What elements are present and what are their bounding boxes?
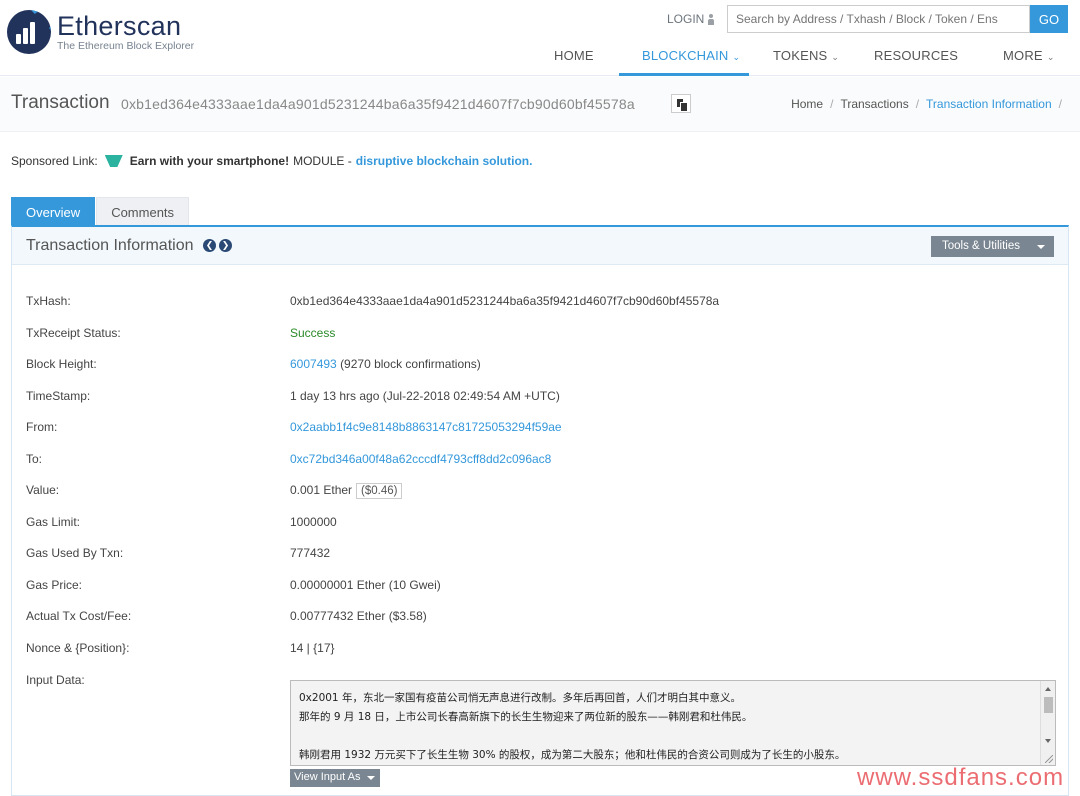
input-data-textarea[interactable]: 0x2001 年，东北一家国有疫苗公司悄无声息进行改制。多年后再回首，人们才明白… xyxy=(290,680,1056,766)
gas-price-label: Gas Price: xyxy=(26,578,83,592)
next-tx-icon[interactable]: ❯ xyxy=(219,239,232,252)
block-height-label: Block Height: xyxy=(26,357,97,371)
value-amount: 0.001 Ether xyxy=(290,483,353,497)
nav-blockchain-label: BLOCKCHAIN xyxy=(642,48,729,63)
go-button[interactable]: GO xyxy=(1030,5,1068,33)
breadcrumb-separator: / xyxy=(1058,97,1062,111)
to-address-link[interactable]: 0xc72bd346a00f48a62cccdf4793cff8dd2c096a… xyxy=(290,452,551,466)
tools-utilities-label: Tools & Utilities xyxy=(942,240,1020,252)
nav-home[interactable]: HOME xyxy=(554,40,594,76)
tools-utilities-button[interactable]: Tools & Utilities xyxy=(931,236,1054,257)
value-usd-badge: ($0.46) xyxy=(356,483,403,499)
nav-resources[interactable]: RESOURCES xyxy=(874,40,958,76)
breadcrumb-separator: / xyxy=(915,97,920,111)
nonce-value: 14 | {17} xyxy=(290,641,335,655)
page-title-bar: Transaction 0xb1ed364e4333aae1da4a901d52… xyxy=(0,77,1080,132)
view-input-as-label: View Input As xyxy=(294,771,361,783)
input-data-line: 0x2001 年，东北一家国有疫苗公司悄无声息进行改制。多年后再回首，人们才明白… xyxy=(299,692,741,704)
chevron-down-icon: ⌄ xyxy=(1046,52,1055,62)
gas-used-label: Gas Used By Txn: xyxy=(26,546,124,560)
input-data-scrollbar[interactable] xyxy=(1040,681,1055,765)
txhash-label: TxHash: xyxy=(26,294,71,308)
sponsor-link[interactable]: disruptive blockchain solution. xyxy=(356,154,533,168)
gas-price-value: 0.00000001 Ether (10 Gwei) xyxy=(290,578,441,592)
scroll-down-icon[interactable] xyxy=(1045,739,1051,743)
page-tx-hash: 0xb1ed364e4333aae1da4a901d5231244ba6a35f… xyxy=(121,96,635,112)
nav-tokens[interactable]: TOKENS ⌄ xyxy=(773,40,839,76)
sponsored-link: Sponsored Link: Earn with your smartphon… xyxy=(11,153,532,169)
timestamp-value: 1 day 13 hrs ago (Jul-22-2018 02:49:54 A… xyxy=(290,389,560,403)
previous-tx-icon[interactable]: ❮ xyxy=(203,239,216,252)
nav-blockchain[interactable]: BLOCKCHAIN ⌄ xyxy=(642,40,740,76)
input-data-line xyxy=(299,727,1047,746)
input-data-line: 那年的 9 月 18 日，上市公司长春高新旗下的长生生物迎来了两位新的股东——韩… xyxy=(299,711,753,723)
tab-comments[interactable]: Comments xyxy=(96,197,190,226)
breadcrumb-separator: / xyxy=(830,97,834,111)
tab-overview[interactable]: Overview xyxy=(11,197,96,226)
block-number-link[interactable]: 6007493 xyxy=(290,357,337,371)
page-title: Transaction xyxy=(11,92,110,113)
chevron-down-icon: ⌄ xyxy=(831,52,840,62)
input-data-label: Input Data: xyxy=(26,673,85,687)
gas-used-value: 777432 xyxy=(290,546,331,560)
txhash-value: 0xb1ed364e4333aae1da4a901d5231244ba6a35f… xyxy=(290,294,720,308)
nav-more[interactable]: MORE ⌄ xyxy=(1003,40,1055,76)
brand-name: Etherscan xyxy=(57,11,182,41)
breadcrumb-current: Transaction Information xyxy=(926,97,1052,111)
timestamp-label: TimeStamp: xyxy=(26,389,91,403)
fee-value: 0.00777432 Ether ($3.58) xyxy=(290,609,427,623)
breadcrumb-home[interactable]: Home xyxy=(791,97,823,111)
scroll-up-icon[interactable] xyxy=(1045,687,1051,691)
caret-down-icon xyxy=(1037,245,1045,249)
from-address-link[interactable]: 0x2aabb1f4c9e8148b8863147c81725053294f59… xyxy=(290,420,562,434)
tab-bar: Overview Comments xyxy=(11,197,190,226)
scroll-thumb[interactable] xyxy=(1044,697,1053,713)
nav-home-label: HOME xyxy=(554,48,594,63)
breadcrumb: Home / Transactions / Transaction Inform… xyxy=(791,97,1062,111)
status-label: TxReceipt Status: xyxy=(26,326,121,340)
fee-label: Actual Tx Cost/Fee: xyxy=(26,609,132,623)
module-logo-icon xyxy=(105,153,123,169)
nav-more-label: MORE xyxy=(1003,48,1043,63)
nav-tokens-label: TOKENS xyxy=(773,48,828,63)
panel-title: Transaction Information xyxy=(26,237,194,254)
login-label: LOGIN xyxy=(667,12,705,26)
from-label: From: xyxy=(26,420,58,434)
chevron-down-icon: ⌄ xyxy=(732,52,741,62)
sponsor-brand: MODULE - xyxy=(293,154,352,168)
transaction-panel: Transaction Information ❮ ❯ Tools & Util… xyxy=(11,225,1069,796)
to-label: To: xyxy=(26,452,43,466)
value-label: Value: xyxy=(26,483,60,497)
caret-down-icon xyxy=(367,776,375,780)
sponsor-label: Sponsored Link: xyxy=(11,154,98,168)
watermark: www.ssdfans.com xyxy=(857,764,1065,791)
gas-limit-value: 1000000 xyxy=(290,515,337,529)
main-nav: HOME BLOCKCHAIN ⌄ TOKENS ⌄ RESOURCES MORE ⌄ xyxy=(0,40,1080,76)
login-link[interactable]: LOGIN xyxy=(667,12,715,26)
copy-icon[interactable] xyxy=(671,94,691,113)
search-input[interactable] xyxy=(727,5,1030,33)
gas-limit-label: Gas Limit: xyxy=(26,515,81,529)
resize-handle-icon[interactable] xyxy=(1045,755,1053,763)
site-header: Etherscan The Ethereum Block Explorer LO… xyxy=(0,0,1080,76)
breadcrumb-transactions[interactable]: Transactions xyxy=(840,97,908,111)
nonce-label: Nonce & {Position}: xyxy=(26,641,130,655)
tx-navigation: ❮ ❯ xyxy=(203,239,232,252)
user-icon xyxy=(708,14,715,25)
view-input-as-button[interactable]: View Input As xyxy=(290,769,380,787)
sponsor-headline[interactable]: Earn with your smartphone! xyxy=(130,154,289,168)
nav-resources-label: RESOURCES xyxy=(874,48,959,63)
input-data-line: 韩刚君用 1932 万元买下了长生生物 30% 的股权，成为第二大股东；他和杜伟… xyxy=(299,749,846,761)
active-nav-indicator xyxy=(619,73,749,76)
status-value: Success xyxy=(290,326,336,340)
panel-header: Transaction Information ❮ ❯ Tools & Util… xyxy=(12,227,1068,265)
block-confirmations: (9270 block confirmations) xyxy=(340,357,481,371)
